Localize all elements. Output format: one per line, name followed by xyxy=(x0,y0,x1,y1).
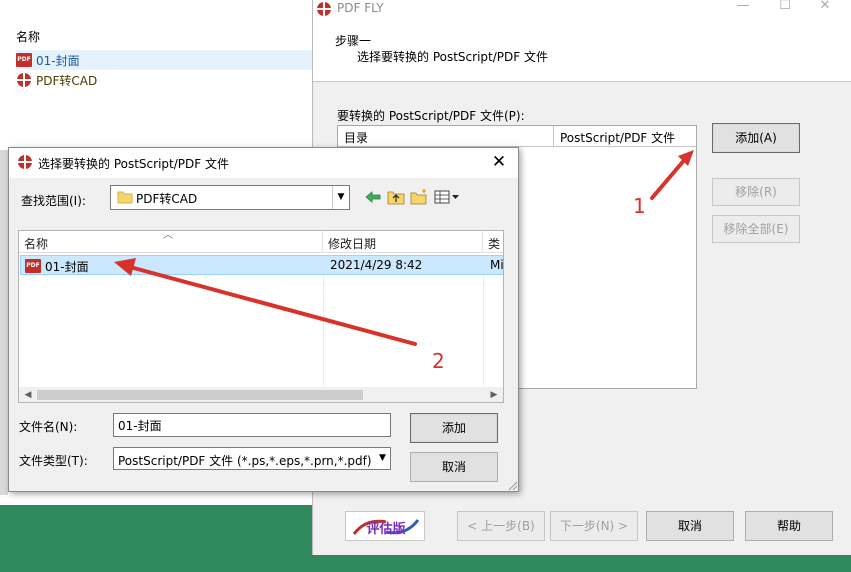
add-button[interactable]: 添加(A) xyxy=(712,123,800,153)
annotation-label-2: 2 xyxy=(432,349,445,373)
close-icon[interactable]: ✕ xyxy=(805,0,845,14)
pdffly-app-icon xyxy=(18,155,32,169)
resize-grip-icon[interactable] xyxy=(506,479,518,491)
scrollbar-thumb[interactable] xyxy=(37,390,363,400)
filetype-dropdown[interactable]: PostScript/PDF 文件 (*.ps,*.eps,*.prn,*.pd… xyxy=(113,447,391,470)
column-directory[interactable]: 目录 xyxy=(338,126,554,147)
column-name[interactable]: 名称 ︿ xyxy=(19,231,323,253)
view-menu-icon[interactable] xyxy=(433,188,461,206)
dialog-file-list-header: 名称 ︿ 修改日期 类型 xyxy=(19,231,503,268)
pdf-file-icon: PDF xyxy=(25,259,41,273)
explorer-name-column-header[interactable]: 名称 xyxy=(16,28,40,45)
step-description: 选择要转换的 PostScript/PDF 文件 xyxy=(357,50,548,64)
wizard-title: PDF FLY xyxy=(337,1,384,15)
column-postscript-file[interactable]: PostScript/PDF 文件 xyxy=(554,126,696,147)
logo-text: 评估版 xyxy=(366,522,406,537)
dialog-file-list[interactable]: 名称 ︿ 修改日期 类型 PDF 01-封面 2021/4/29 8:42 Mi… xyxy=(18,230,504,403)
select-file-dialog: 选择要转换的 PostScript/PDF 文件 ✕ 查找范围(I): PDF转… xyxy=(8,147,519,492)
horizontal-scrollbar[interactable]: ◀ ▶ xyxy=(19,387,503,402)
minimize-icon[interactable]: — xyxy=(723,0,763,14)
explorer-shortcut-label: PDF转CAD xyxy=(36,73,98,88)
dialog-add-button[interactable]: 添加 xyxy=(410,413,498,443)
column-divider xyxy=(483,275,484,387)
column-modified-date[interactable]: 修改日期 xyxy=(323,231,483,253)
up-folder-icon[interactable] xyxy=(386,188,406,206)
back-button[interactable]: < 上一步(B) xyxy=(457,511,545,541)
help-button[interactable]: 帮助 xyxy=(745,511,833,541)
filetype-value: PostScript/PDF 文件 (*.ps,*.eps,*.prn,*.pd… xyxy=(118,454,372,468)
wizard-titlebar[interactable]: PDF FLY — ☐ ✕ xyxy=(313,0,851,20)
explorer-shortcut-row[interactable]: PDF转CAD xyxy=(16,70,97,90)
explorer-file-row[interactable]: PDF 01-封面 xyxy=(16,50,316,70)
dialog-cancel-button[interactable]: 取消 xyxy=(410,452,498,482)
annotation-label-1: 1 xyxy=(633,194,646,218)
file-row[interactable]: PDF 01-封面 2021/4/29 8:42 Mi xyxy=(20,255,504,275)
remove-all-button[interactable]: 移除全部(E) xyxy=(712,215,800,243)
pdffly-app-icon xyxy=(317,2,331,16)
explorer-file-label: 01-封面 xyxy=(36,53,80,68)
file-list-label: 要转换的 PostScript/PDF 文件(P): xyxy=(337,109,525,123)
column-type[interactable]: 类型 xyxy=(483,231,503,268)
evaluation-logo: 评估版 xyxy=(345,511,425,541)
next-button[interactable]: 下一步(N) > xyxy=(550,511,638,541)
file-name: 01-封面 xyxy=(45,260,89,274)
dialog-title: 选择要转换的 PostScript/PDF 文件 xyxy=(38,157,229,171)
close-icon[interactable]: ✕ xyxy=(487,152,511,174)
step-title: 步骤一 xyxy=(335,34,372,48)
look-in-label: 查找范围(I): xyxy=(21,194,86,208)
look-in-dropdown[interactable]: PDF转CAD ▼ xyxy=(110,185,350,210)
chevron-down-icon[interactable]: ▼ xyxy=(375,448,390,469)
scroll-left-icon[interactable]: ◀ xyxy=(21,387,35,402)
remove-button[interactable]: 移除(R) xyxy=(712,178,800,206)
maximize-icon[interactable]: ☐ xyxy=(765,0,805,14)
column-name-label: 名称 xyxy=(24,237,49,251)
dialog-titlebar[interactable]: 选择要转换的 PostScript/PDF 文件 ✕ xyxy=(9,148,518,178)
scroll-right-icon[interactable]: ▶ xyxy=(487,387,501,402)
folder-icon xyxy=(117,191,133,204)
cancel-button[interactable]: 取消 xyxy=(646,511,734,541)
pdffly-app-icon xyxy=(17,73,31,87)
back-arrow-icon[interactable] xyxy=(363,188,383,206)
filetype-label: 文件类型(T): xyxy=(19,454,88,468)
look-in-value: PDF转CAD xyxy=(136,192,198,206)
file-modified-date: 2021/4/29 8:42 xyxy=(330,258,423,272)
chevron-down-icon[interactable]: ▼ xyxy=(332,186,349,209)
file-type: Mi xyxy=(490,258,504,272)
new-folder-icon[interactable] xyxy=(409,188,429,206)
pdf-file-icon: PDF xyxy=(16,53,32,67)
file-list-header: 目录 PostScript/PDF 文件 xyxy=(338,126,696,147)
wizard-step-header: 步骤一 选择要转换的 PostScript/PDF 文件 xyxy=(313,20,851,82)
explorer-scrollbar[interactable] xyxy=(0,150,8,495)
filename-label: 文件名(N): xyxy=(19,420,78,434)
column-divider xyxy=(323,275,324,387)
filename-input[interactable] xyxy=(113,413,391,437)
sort-ascending-icon: ︿ xyxy=(163,230,173,241)
